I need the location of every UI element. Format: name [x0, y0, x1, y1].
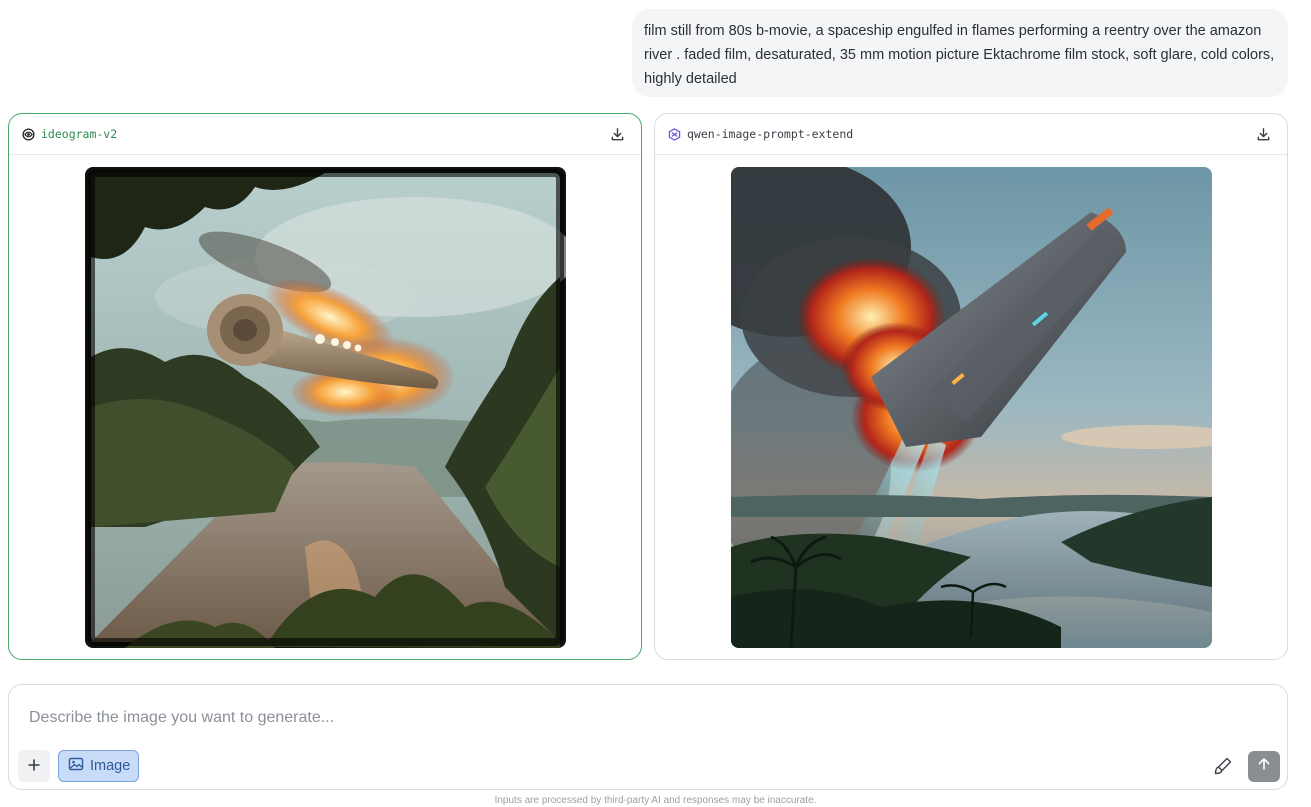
image-mode-label: Image	[90, 758, 131, 774]
prompt-input[interactable]	[29, 707, 1229, 729]
add-attachment-button[interactable]	[18, 750, 50, 782]
download-icon[interactable]	[610, 127, 625, 142]
user-prompt-bubble: film still from 80s b-movie, a spaceship…	[632, 9, 1288, 97]
image-mode-button[interactable]: Image	[58, 750, 139, 782]
result-card-header: qwen-image-prompt-extend	[655, 114, 1287, 155]
result-card-qwen[interactable]: qwen-image-prompt-extend	[654, 113, 1288, 660]
prompt-composer: Image	[8, 684, 1288, 790]
chat-page: film still from 80s b-movie, a spaceship…	[0, 0, 1311, 807]
result-card-ideogram[interactable]: ideogram-v2	[8, 113, 642, 660]
disclaimer-text: Inputs are processed by third-party AI a…	[494, 795, 817, 806]
image-icon	[68, 756, 90, 776]
model-name: ideogram-v2	[41, 127, 118, 141]
download-icon[interactable]	[1256, 127, 1271, 142]
plus-icon	[27, 755, 41, 778]
ideogram-logo-icon	[22, 127, 35, 141]
send-button[interactable]	[1248, 751, 1280, 782]
generated-image[interactable]	[731, 167, 1212, 648]
paintbrush-icon[interactable]	[1213, 756, 1233, 776]
model-name: qwen-image-prompt-extend	[687, 127, 854, 141]
generated-image[interactable]	[85, 167, 566, 648]
arrow-up-icon	[1257, 757, 1271, 776]
qwen-logo-icon	[668, 127, 681, 141]
result-card-header: ideogram-v2	[9, 114, 641, 155]
